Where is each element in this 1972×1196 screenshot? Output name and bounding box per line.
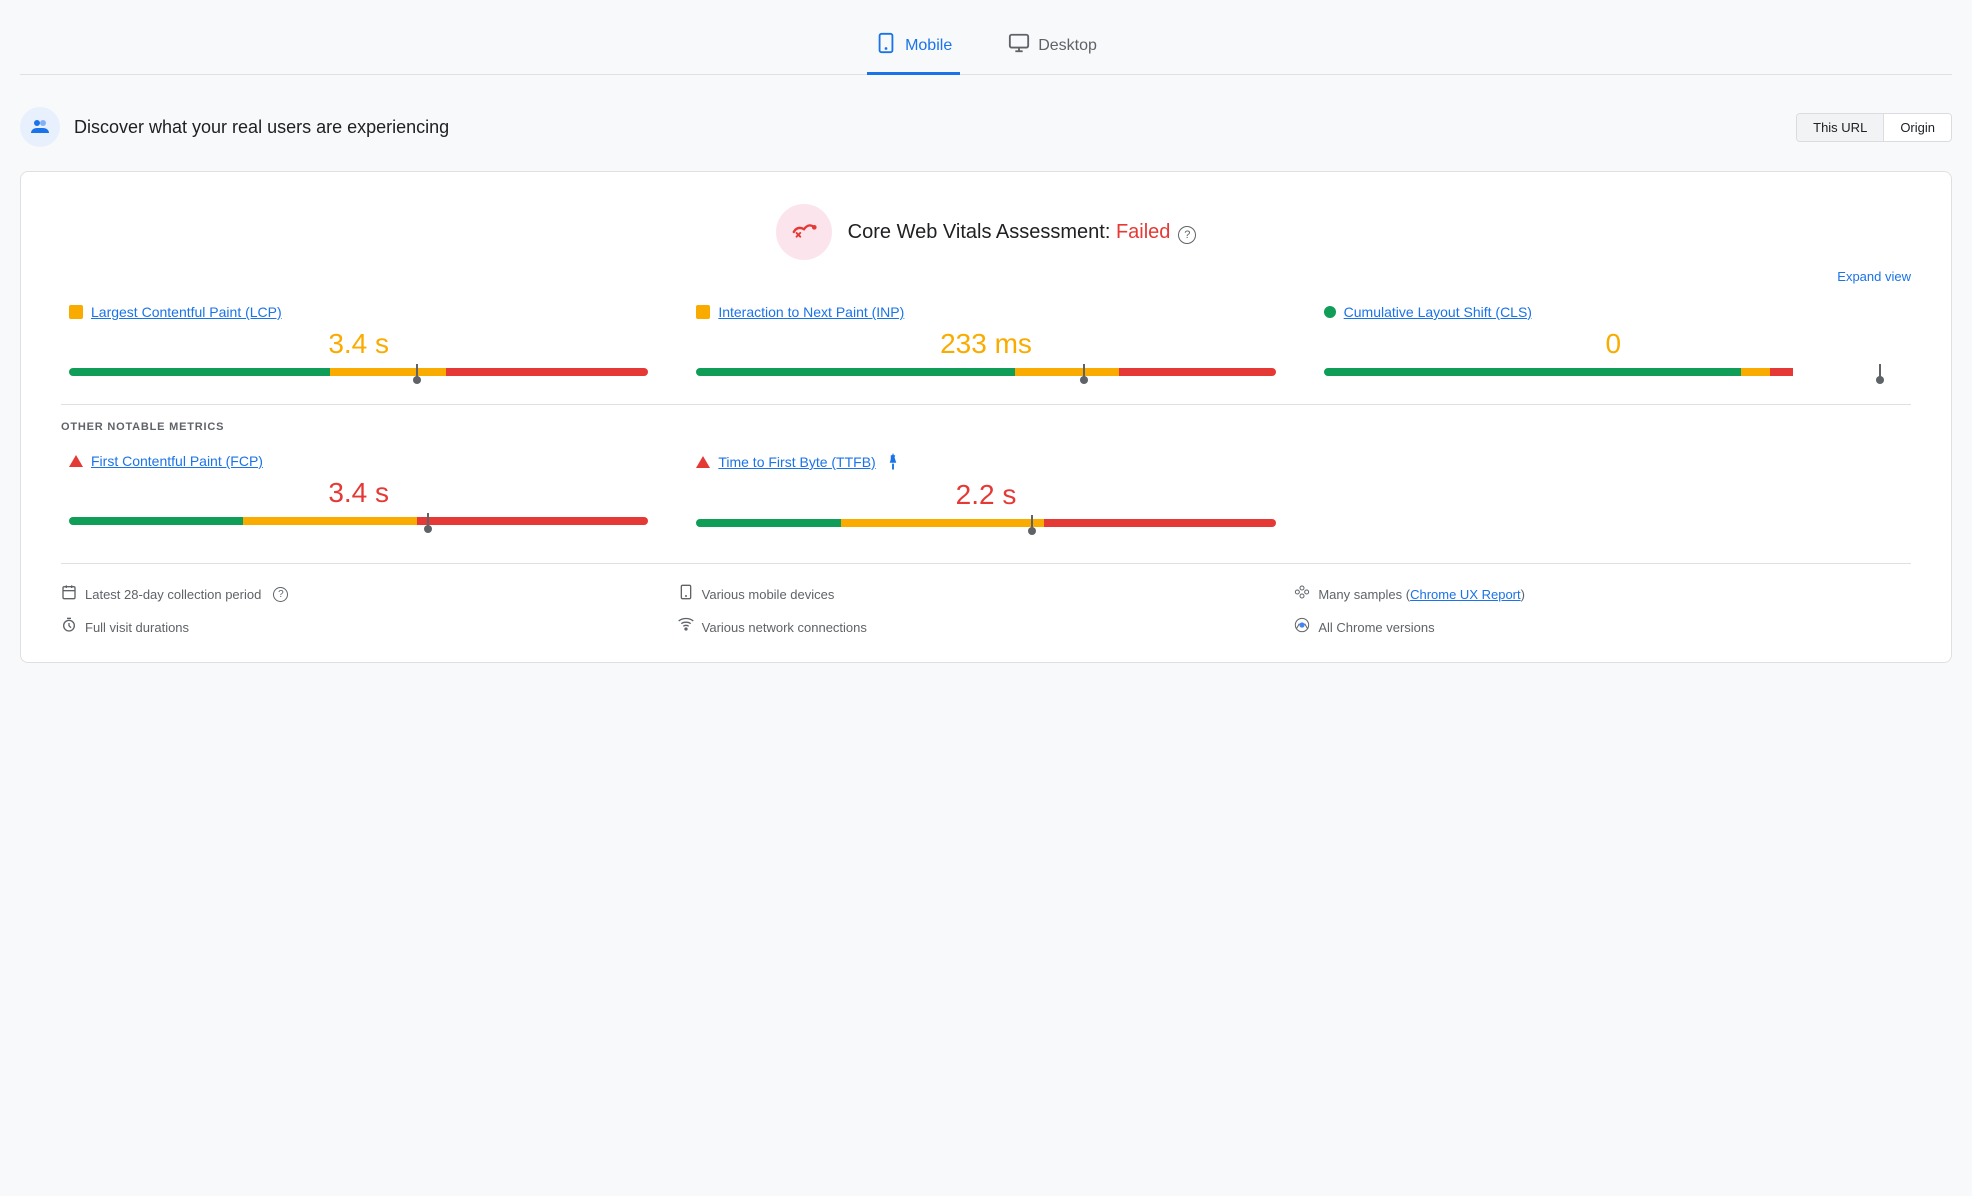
url-toggle: This URL Origin <box>1796 113 1952 142</box>
inp-label[interactable]: Interaction to Next Paint (INP) <box>718 304 904 320</box>
header-row: Discover what your real users are experi… <box>20 99 1952 155</box>
lcp-label[interactable]: Largest Contentful Paint (LCP) <box>91 304 282 320</box>
footer-visit-text: Full visit durations <box>85 620 189 635</box>
inp-marker <box>1083 364 1085 380</box>
cls-value: 0 <box>1324 328 1903 360</box>
avatar-icon <box>20 107 60 147</box>
lcp-bar <box>69 368 648 376</box>
metric-lcp: Largest Contentful Paint (LCP) 3.4 s <box>61 304 656 380</box>
mobile-icon <box>875 32 897 60</box>
fcp-label-row: First Contentful Paint (FCP) <box>69 453 648 469</box>
mobile-devices-icon <box>678 584 694 605</box>
lcp-value: 3.4 s <box>69 328 648 360</box>
ttfb-marker <box>1031 515 1033 531</box>
core-metrics-grid: Largest Contentful Paint (LCP) 3.4 s Int… <box>61 304 1911 380</box>
fcp-label[interactable]: First Contentful Paint (FCP) <box>91 453 263 469</box>
lcp-indicator <box>69 305 83 319</box>
assessment-icon <box>776 204 832 260</box>
footer-network-text: Various network connections <box>702 620 867 635</box>
footer-mobile-devices: Various mobile devices <box>678 584 1295 605</box>
ttfb-value: 2.2 s <box>696 479 1275 511</box>
metric-ttfb: Time to First Byte (TTFB) 2.2 s <box>688 453 1283 531</box>
tab-desktop[interactable]: Desktop <box>1000 20 1105 75</box>
assessment-status: Failed <box>1116 221 1170 243</box>
inp-indicator <box>696 305 710 319</box>
cls-indicator <box>1324 306 1336 318</box>
chrome-icon <box>1294 617 1310 638</box>
lcp-label-row: Largest Contentful Paint (LCP) <box>69 304 648 320</box>
footer-network: Various network connections <box>678 617 1295 638</box>
main-card: Core Web Vitals Assessment: Failed ? Exp… <box>20 171 1952 663</box>
expand-row: Expand view <box>61 268 1911 284</box>
assessment-header: Core Web Vitals Assessment: Failed ? <box>61 204 1911 260</box>
collection-help-icon[interactable]: ? <box>273 587 288 602</box>
cls-marker <box>1879 364 1881 380</box>
fcp-marker <box>427 513 429 529</box>
footer-chrome: All Chrome versions <box>1294 617 1911 638</box>
chrome-ux-report-link[interactable]: Chrome UX Report <box>1410 587 1521 602</box>
origin-button[interactable]: Origin <box>1884 114 1951 141</box>
footer-collection-period: Latest 28-day collection period ? <box>61 584 678 605</box>
ttfb-indicator <box>696 456 710 468</box>
other-metrics-label: OTHER NOTABLE METRICS <box>61 421 1911 433</box>
footer-full-visit: Full visit durations <box>61 617 678 638</box>
tab-bar: Mobile Desktop <box>20 20 1952 75</box>
fcp-bar <box>69 517 648 525</box>
ttfb-info-icon[interactable] <box>884 453 902 471</box>
ttfb-label[interactable]: Time to First Byte (TTFB) <box>718 454 875 470</box>
network-icon <box>678 617 694 638</box>
inp-value: 233 ms <box>696 328 1275 360</box>
cls-label[interactable]: Cumulative Layout Shift (CLS) <box>1344 304 1532 320</box>
ttfb-label-row: Time to First Byte (TTFB) <box>696 453 1275 471</box>
metric-fcp: First Contentful Paint (FCP) 3.4 s <box>61 453 656 531</box>
tab-mobile[interactable]: Mobile <box>867 20 960 75</box>
inp-label-row: Interaction to Next Paint (INP) <box>696 304 1275 320</box>
assessment-help-icon[interactable]: ? <box>1178 226 1196 244</box>
this-url-button[interactable]: This URL <box>1797 114 1884 141</box>
inp-bar <box>696 368 1275 376</box>
header-left: Discover what your real users are experi… <box>20 107 449 147</box>
samples-icon <box>1294 584 1310 605</box>
metric-cls: Cumulative Layout Shift (CLS) 0 <box>1316 304 1911 380</box>
expand-link[interactable]: Expand view <box>1837 269 1911 284</box>
section-divider <box>61 404 1911 405</box>
header-title: Discover what your real users are experi… <box>74 117 449 138</box>
lcp-marker <box>416 364 418 380</box>
tab-mobile-label: Mobile <box>905 37 952 55</box>
other-metrics-grid: First Contentful Paint (FCP) 3.4 s Time … <box>61 453 1911 531</box>
footer-chrome-text: All Chrome versions <box>1318 620 1434 635</box>
footer-samples: Many samples (Chrome UX Report) <box>1294 584 1911 605</box>
metric-inp: Interaction to Next Paint (INP) 233 ms <box>688 304 1283 380</box>
assessment-title: Core Web Vitals Assessment: Failed ? <box>848 221 1197 244</box>
footer-collection-text: Latest 28-day collection period <box>85 587 261 602</box>
timer-icon <box>61 617 77 638</box>
footer-mobile-text: Various mobile devices <box>702 587 835 602</box>
cls-label-row: Cumulative Layout Shift (CLS) <box>1324 304 1903 320</box>
calendar-icon <box>61 584 77 605</box>
tab-desktop-label: Desktop <box>1038 37 1097 55</box>
assessment-title-prefix: Core Web Vitals Assessment: <box>848 221 1116 243</box>
desktop-icon <box>1008 32 1030 60</box>
footer-samples-text: Many samples (Chrome UX Report) <box>1318 587 1525 602</box>
footer-grid: Latest 28-day collection period ? Variou… <box>61 563 1911 638</box>
fcp-value: 3.4 s <box>69 477 648 509</box>
ttfb-bar <box>696 519 1275 527</box>
fcp-indicator <box>69 455 83 467</box>
cls-bar <box>1324 368 1903 376</box>
